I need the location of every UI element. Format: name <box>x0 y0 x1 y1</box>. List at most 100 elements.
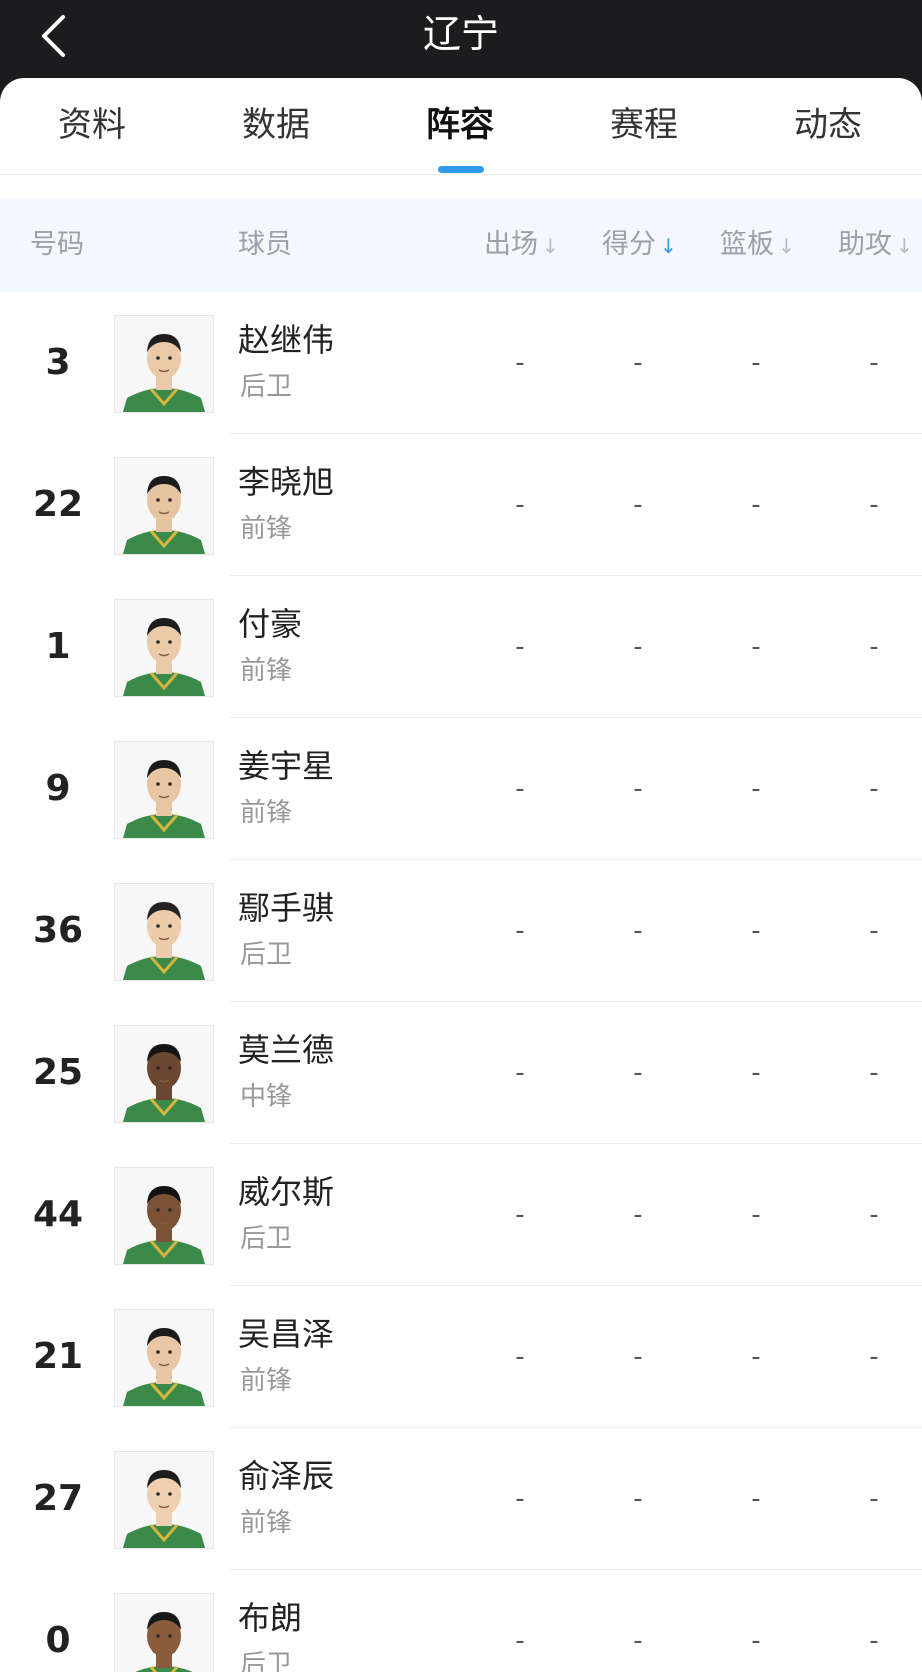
player-stat-cell: - <box>515 774 525 804</box>
player-number: 0 <box>45 1620 71 1661</box>
player-stat-cell: - <box>751 916 761 946</box>
player-position: 前锋 <box>240 1366 293 1396</box>
column-header-appearances[interactable]: 出场 ↓ <box>484 198 559 293</box>
player-stat-cell: - <box>869 1342 879 1372</box>
player-position: 后卫 <box>240 940 293 970</box>
player-name: 李晓旭 <box>238 463 335 501</box>
column-label: 助攻 <box>838 229 892 260</box>
player-stat-cell: - <box>515 916 525 946</box>
player-stat-cell: - <box>633 490 643 520</box>
player-stat-cell: - <box>515 348 525 378</box>
player-stat-cell: - <box>515 1626 525 1656</box>
sort-arrow-icon: ↓ <box>896 234 913 258</box>
player-stat-cell: - <box>869 490 879 520</box>
player-position: 前锋 <box>240 798 293 828</box>
player-position: 中锋 <box>240 1082 293 1112</box>
player-row[interactable]: 27 俞泽辰 前锋 - - - - <box>0 1428 922 1570</box>
player-stat-cell: - <box>633 1058 643 1088</box>
sort-arrow-icon: ↓ <box>542 234 559 258</box>
page-title: 辽宁 <box>422 12 499 56</box>
player-position: 前锋 <box>240 514 293 544</box>
player-row[interactable]: 22 李晓旭 前锋 - - - - <box>0 434 922 576</box>
tab-bar: 资料 数据 阵容 赛程 动态 <box>0 78 922 175</box>
player-position: 后卫 <box>240 372 293 402</box>
tab-roster[interactable]: 阵容 <box>368 100 552 150</box>
tab-profile[interactable]: 资料 <box>0 100 184 150</box>
player-number: 1 <box>45 626 71 667</box>
player-stat-cell: - <box>515 1342 525 1372</box>
player-avatar <box>114 457 214 555</box>
player-avatar <box>114 1309 214 1407</box>
player-row[interactable]: 0 布朗 后卫 - - - - <box>0 1570 922 1672</box>
content-sheet: 资料 数据 阵容 赛程 动态 号码 球员 出场 ↓ 得分 ↓ 篮板 ↓ 助攻 ↓ 3 赵继… <box>0 78 922 1672</box>
column-label: 篮板 <box>720 229 774 260</box>
player-stat-cell: - <box>869 348 879 378</box>
player-stat-cell: - <box>515 1484 525 1514</box>
player-name: 吴昌泽 <box>238 1315 335 1353</box>
player-stat-cell: - <box>869 1200 879 1230</box>
column-header-player: 球员 <box>238 229 292 260</box>
tab-schedule[interactable]: 赛程 <box>552 100 736 150</box>
player-row[interactable]: 36 鄢手骐 后卫 - - - - <box>0 860 922 1002</box>
player-stat-cell: - <box>751 1626 761 1656</box>
player-stat-cell: - <box>751 348 761 378</box>
player-position: 前锋 <box>240 1508 293 1538</box>
column-header-assists[interactable]: 助攻 ↓ <box>838 198 913 293</box>
player-stat-cell: - <box>633 1200 643 1230</box>
player-row[interactable]: 9 姜宇星 前锋 - - - - <box>0 718 922 860</box>
player-stat-cell: - <box>633 348 643 378</box>
player-stat-cell: - <box>633 1484 643 1514</box>
player-number: 21 <box>32 1336 84 1377</box>
table-header: 号码 球员 出场 ↓ 得分 ↓ 篮板 ↓ 助攻 ↓ <box>0 198 922 292</box>
player-stat-cell: - <box>751 490 761 520</box>
player-stat-cell: - <box>869 774 879 804</box>
player-row[interactable]: 21 吴昌泽 前锋 - - - - <box>0 1286 922 1428</box>
player-name: 赵继伟 <box>238 321 335 359</box>
player-row[interactable]: 25 莫兰德中锋 - - - - <box>0 1002 922 1144</box>
player-number: 25 <box>32 1052 84 1093</box>
player-number: 3 <box>45 342 71 383</box>
player-stat-cell: - <box>751 1058 761 1088</box>
player-stat-cell: - <box>869 632 879 662</box>
player-stat-cell: - <box>633 1626 643 1656</box>
player-stat-cell: - <box>515 1200 525 1230</box>
column-header-points[interactable]: 得分 ↓ <box>602 198 677 293</box>
player-position: 后卫 <box>240 1224 293 1254</box>
player-stat-cell: - <box>633 774 643 804</box>
sort-arrow-icon: ↓ <box>660 234 677 258</box>
player-position: 前锋 <box>240 656 293 686</box>
player-stat-cell: - <box>633 916 643 946</box>
player-avatar <box>114 883 214 981</box>
player-avatar <box>114 1167 214 1265</box>
player-stat-cell: - <box>751 774 761 804</box>
player-name: 鄢手骐 <box>238 889 335 927</box>
tab-data[interactable]: 数据 <box>184 100 368 150</box>
player-name: 威尔斯 <box>238 1173 335 1211</box>
player-name: 俞泽辰 <box>238 1457 335 1495</box>
player-number: 44 <box>32 1194 84 1235</box>
column-header-number: 号码 <box>30 229 84 260</box>
player-avatar <box>114 599 214 697</box>
player-number: 36 <box>32 910 84 951</box>
column-label: 得分 <box>602 229 656 260</box>
player-name: 莫兰德 <box>238 1031 335 1069</box>
sort-arrow-icon: ↓ <box>778 234 795 258</box>
player-avatar <box>114 1451 214 1549</box>
player-stat-cell: - <box>869 1058 879 1088</box>
player-name: 付豪 <box>238 605 303 643</box>
player-row[interactable]: 1 付豪 前锋 - - - - <box>0 576 922 718</box>
player-stat-cell: - <box>751 1342 761 1372</box>
player-avatar <box>114 1593 214 1672</box>
active-tab-indicator <box>438 166 484 173</box>
player-stat-cell: - <box>515 1058 525 1088</box>
player-number: 9 <box>45 768 71 809</box>
column-label: 出场 <box>484 229 538 260</box>
top-bar: 辽宁 <box>0 0 922 90</box>
player-row[interactable]: 44 威尔斯 后卫 - - - - <box>0 1144 922 1286</box>
column-header-rebounds[interactable]: 篮板 ↓ <box>720 198 795 293</box>
tab-news[interactable]: 动态 <box>736 100 920 150</box>
player-stat-cell: - <box>751 1484 761 1514</box>
player-number: 22 <box>32 484 84 525</box>
player-row[interactable]: 3 赵继伟后卫 - - - - <box>0 292 922 434</box>
player-stat-cell: - <box>751 632 761 662</box>
